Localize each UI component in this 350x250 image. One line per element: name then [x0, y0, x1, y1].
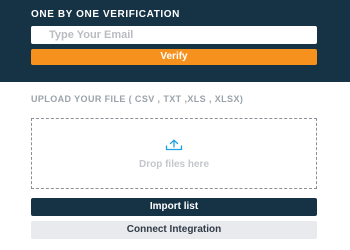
upload-file-label: UPLOAD YOUR FILE ( CSV , TXT ,XLS , XLSX…	[31, 94, 244, 104]
import-list-button[interactable]: Import list	[31, 198, 317, 216]
connect-integration-button[interactable]: Connect Integration	[31, 221, 317, 239]
upload-icon	[165, 139, 183, 151]
verification-panel: ONE BY ONE VERIFICATION Verify	[0, 0, 350, 82]
email-field[interactable]	[31, 26, 317, 44]
dropzone-text: Drop files here	[138, 159, 210, 170]
verification-title: ONE BY ONE VERIFICATION	[31, 9, 180, 20]
file-dropzone[interactable]: Drop files here	[31, 118, 317, 189]
verify-button[interactable]: Verify	[31, 49, 317, 65]
